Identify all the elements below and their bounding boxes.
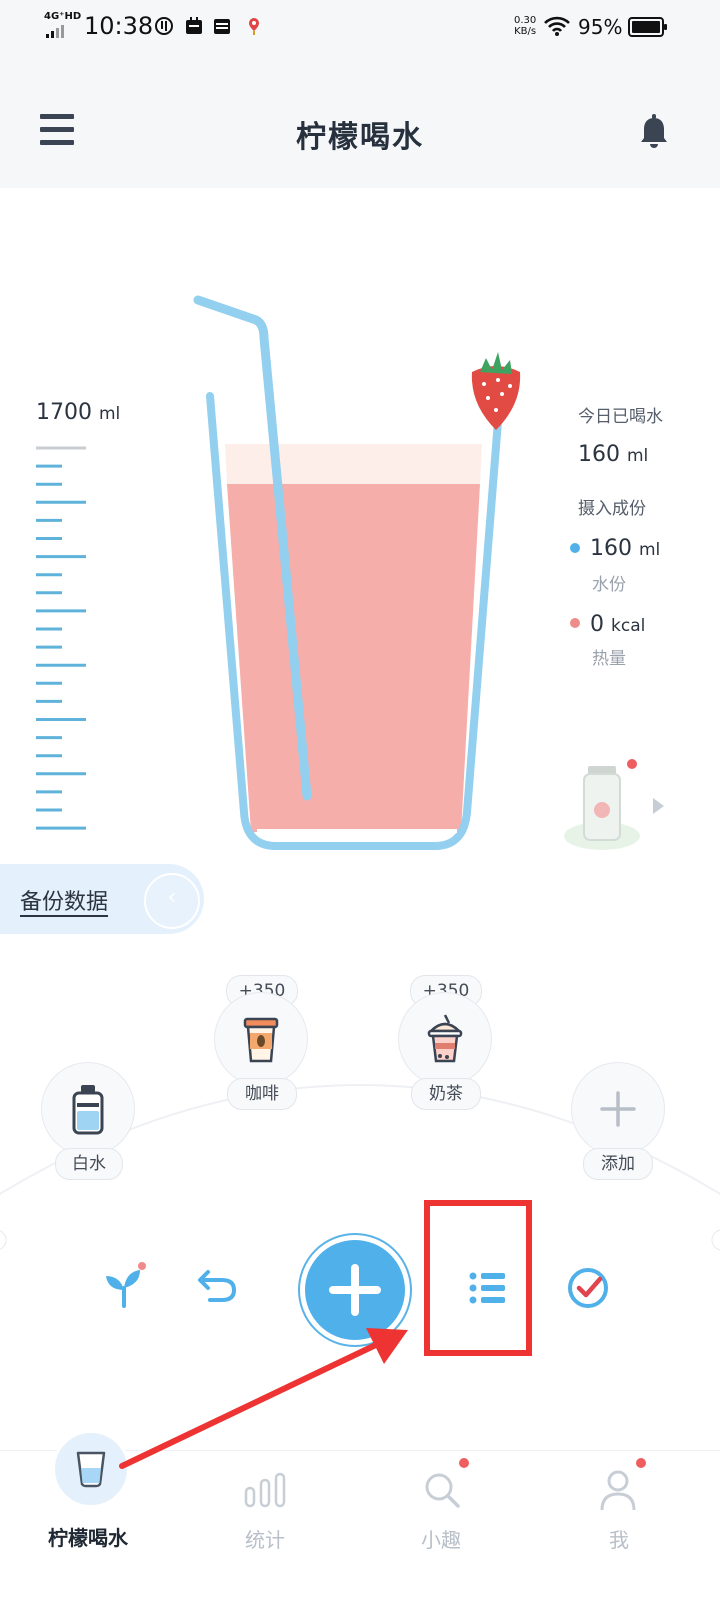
battery-icon <box>628 17 667 37</box>
coffee-cup-icon <box>243 1017 279 1063</box>
drink-milktea-label[interactable]: 奶茶 <box>411 1078 481 1110</box>
page-title: 柠檬喝水 <box>296 120 424 155</box>
bell-icon[interactable] <box>638 112 670 152</box>
tab-home-label[interactable]: 柠檬喝水 <box>28 1522 148 1551</box>
sprout-icon[interactable] <box>100 1262 148 1310</box>
water-dot <box>570 543 580 553</box>
drink-water-button[interactable] <box>41 1062 135 1156</box>
drink-water-label[interactable]: 白水 <box>55 1148 123 1180</box>
daily-goal-unit: ml <box>99 404 121 424</box>
calendar-icon <box>186 17 202 34</box>
plus-icon <box>600 1091 636 1127</box>
calorie-value: 0 kcal <box>590 612 645 637</box>
strawberry-icon <box>471 352 521 430</box>
today-intake-unit: ml <box>627 446 649 466</box>
volume-scale <box>36 446 86 830</box>
juice-foam <box>225 444 482 485</box>
bottle-collection-icon[interactable] <box>558 752 678 862</box>
backup-data-label[interactable]: 备份数据 <box>20 884 108 916</box>
calorie-dot <box>570 618 580 628</box>
play-arrow-icon <box>653 798 664 814</box>
location-pin-icon <box>249 18 259 35</box>
annotation-arrow <box>119 1328 408 1469</box>
chevron-left-icon: ‹ <box>167 885 177 910</box>
calorie-unit: kcal <box>611 616 646 636</box>
network-speed: 0.30 KB/s <box>514 15 536 37</box>
network-speed-unit: KB/s <box>514 26 537 37</box>
check-circle-icon[interactable] <box>566 1266 610 1310</box>
add-drink-label[interactable]: 添加 <box>583 1148 653 1180</box>
today-intake-label: 今日已喝水 <box>578 407 663 427</box>
battery-percent: 95% <box>578 15 623 39</box>
intake-components-label: 摄入成份 <box>578 499 646 519</box>
calorie-label: 热量 <box>592 649 626 669</box>
wallet-icon <box>214 19 230 34</box>
collapse-button[interactable]: ‹ <box>144 873 200 929</box>
tab-discover-badge <box>459 1458 469 1468</box>
daily-goal-value: 1700 <box>36 400 92 425</box>
water-number: 160 <box>590 536 632 561</box>
water-value: 160 ml <box>590 536 660 561</box>
water-unit: ml <box>639 540 661 560</box>
tab-discover-label[interactable]: 小趣 <box>381 1524 501 1553</box>
speed-mode-icon <box>155 17 173 35</box>
daily-goal: 1700 ml <box>36 400 120 425</box>
juice-fill <box>227 484 480 832</box>
tab-profile-badge <box>636 1458 646 1468</box>
drink-milktea-button[interactable] <box>398 992 492 1086</box>
today-intake-number: 160 <box>578 442 620 467</box>
drink-coffee-button[interactable] <box>214 992 308 1086</box>
water-label: 水份 <box>592 575 626 595</box>
network-speed-value: 0.30 <box>514 15 537 26</box>
signal-icon <box>46 25 64 38</box>
wifi-icon <box>544 16 570 36</box>
profile-icon[interactable] <box>598 1468 638 1512</box>
glass-illustration <box>193 295 521 850</box>
tab-profile-label[interactable]: 我 <box>559 1524 679 1553</box>
clock: 10:38 <box>84 12 154 40</box>
today-intake-value: 160 ml <box>578 442 648 467</box>
network-indicator: 4G⁺HD <box>44 11 82 22</box>
tab-stats-label[interactable]: 统计 <box>205 1524 325 1553</box>
milk-tea-icon <box>427 1014 463 1063</box>
drink-coffee-label[interactable]: 咖啡 <box>227 1078 297 1110</box>
water-bottle-icon <box>72 1085 104 1135</box>
undo-icon[interactable] <box>196 1266 240 1306</box>
calorie-number: 0 <box>590 612 604 637</box>
highlight-box <box>424 1200 532 1356</box>
add-drink-button[interactable] <box>571 1062 665 1156</box>
